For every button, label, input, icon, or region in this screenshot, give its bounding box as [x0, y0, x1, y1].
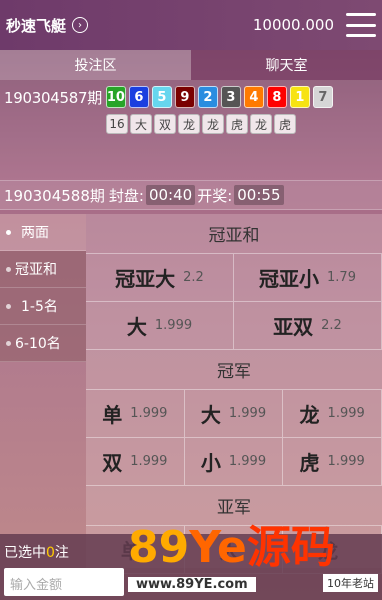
draw-ball: 8 [266, 86, 287, 108]
next-draw: 190304588期 封盘: 00:40 开奖: 00:55 [0, 180, 382, 210]
open-timer: 00:55 [234, 185, 284, 205]
bet-option[interactable]: 大 1.999 [184, 390, 284, 438]
draw-sum: 虎 [226, 114, 248, 134]
watermark-tag: 10年老站 [323, 574, 378, 592]
section-title: 冠亚和 [86, 214, 382, 254]
app-title: 秒速飞艇 [6, 16, 67, 35]
menu-icon[interactable] [346, 13, 376, 37]
draw-sum: 虎 [274, 114, 296, 134]
bet-option[interactable]: 龙 1.999 [283, 390, 382, 438]
draw-sum: 龙 [250, 114, 272, 134]
sidebar-item-6-10[interactable]: 6-10名 [0, 325, 86, 362]
chevron-right-icon[interactable]: › [72, 17, 89, 33]
bet-option[interactable]: 虎 1.999 [283, 438, 382, 486]
draw-sum: 16 [106, 114, 128, 134]
draw-ball: 5 [151, 86, 172, 108]
draw-ball: 6 [128, 86, 149, 108]
open-label: 开奖: [197, 186, 233, 205]
sidebar-item-sum[interactable]: 冠亚和 [0, 251, 86, 288]
bet-option[interactable]: 小 1.999 [184, 438, 284, 486]
bet-option[interactable]: 亚双 2.2 [234, 302, 382, 350]
draw-ball: 2 [197, 86, 218, 108]
draw-balls: 10 6 5 9 2 3 4 8 1 7 [105, 86, 336, 108]
draw-sums: 16 大双龙龙虎龙虎 [4, 114, 378, 134]
section-title: 冠军 [86, 350, 382, 390]
draw-sum: 大 [130, 114, 152, 134]
sidebar-item-two-sides[interactable]: 两面 [0, 214, 86, 251]
amount-input[interactable]: 输入金额 [4, 568, 124, 596]
tab-bar: 投注区 聊天室 [0, 50, 382, 80]
bet-option[interactable]: 大 1.999 [86, 302, 234, 350]
header: 秒速飞艇 › 10000.000 [0, 0, 382, 50]
bullet-icon [6, 266, 11, 272]
bullet-icon [6, 340, 11, 346]
bullet-icon [6, 303, 11, 309]
odds-panel: 冠亚和 冠亚大 2.2 冠亚小 1.79 大 1.999 亚双 2.2 冠军 单 1.99… [86, 214, 382, 574]
sidebar: 两面 冠亚和 1-5名 6-10名 [0, 214, 86, 568]
sidebar-item-1-5[interactable]: 1-5名 [0, 288, 86, 325]
tab-chatroom[interactable]: 聊天室 [191, 50, 382, 80]
bet-option[interactable]: 双 1.999 [86, 438, 185, 486]
balance: 10000.000 [252, 16, 334, 34]
bet-option[interactable]: 冠亚大 2.2 [86, 254, 234, 302]
watermark-url: www.89YE.com [128, 577, 256, 592]
next-period: 190304588期 [4, 186, 105, 205]
draw-sum: 龙 [202, 114, 224, 134]
betting-area: 两面 冠亚和 1-5名 6-10名 冠亚和 冠亚大 2.2 冠亚小 1.79 大 1.… [0, 214, 382, 574]
tab-betting[interactable]: 投注区 [0, 50, 191, 80]
bet-option[interactable]: 单 1.999 [86, 390, 185, 438]
close-timer: 00:40 [145, 185, 196, 205]
draw-period: 190304587期 [4, 88, 102, 107]
close-label: 封盘: [108, 186, 144, 205]
draw-ball: 7 [312, 86, 333, 108]
draw-sum: 龙 [178, 114, 200, 134]
bet-option[interactable]: 冠亚小 1.79 [234, 254, 382, 302]
last-draw: 190304587期 10 6 5 9 2 3 4 8 1 7 16 大双龙龙虎龙虎 [0, 80, 382, 180]
draw-ball: 4 [243, 86, 264, 108]
bullet-icon [6, 229, 11, 235]
draw-ball: 3 [220, 86, 241, 108]
draw-ball: 1 [289, 86, 310, 108]
draw-ball: 9 [174, 86, 195, 108]
watermark-logo: 89Ye源码 www.89YE.com 10年老站 [128, 524, 378, 594]
draw-sum: 双 [154, 114, 176, 134]
draw-ball: 10 [105, 86, 126, 108]
section-title: 亚军 [86, 486, 382, 526]
